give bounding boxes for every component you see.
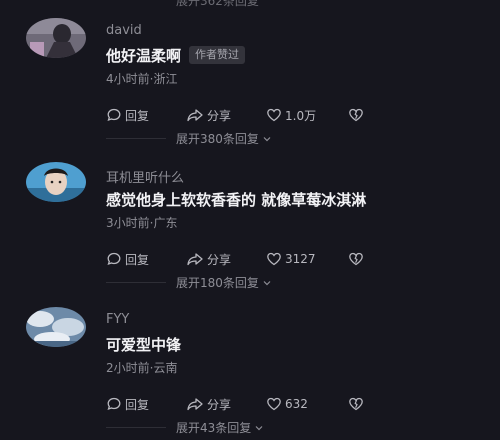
reply-button[interactable]: 回复	[106, 107, 186, 124]
like-count: 3127	[285, 252, 316, 266]
username[interactable]: david	[106, 23, 142, 38]
share-label: 分享	[207, 108, 232, 123]
broken-heart-icon	[349, 108, 363, 122]
expand-replies-label: 展开43条回复	[176, 421, 252, 435]
dislike-button[interactable]	[348, 396, 367, 412]
comment-text: 可爱型中锋	[106, 335, 182, 354]
chevron-down-icon	[255, 425, 263, 430]
share-button[interactable]: 分享	[186, 107, 266, 124]
username[interactable]: FYY	[106, 312, 129, 327]
like-count: 632	[285, 397, 308, 411]
heart-icon	[267, 108, 281, 122]
heart-icon	[267, 252, 281, 266]
username[interactable]: 耳机里听什么	[106, 167, 184, 186]
reply-bubble-icon	[107, 252, 121, 266]
broken-heart-icon	[349, 252, 363, 266]
expand-replies-link-top[interactable]: 展开362条回复	[176, 0, 259, 9]
avatar[interactable]	[26, 162, 86, 202]
comment-text: 他好温柔啊	[106, 46, 182, 65]
like-button[interactable]: 1.0万	[266, 107, 348, 124]
share-arrow-icon	[187, 253, 203, 266]
divider-line	[106, 138, 166, 139]
reply-bubble-icon	[107, 108, 121, 122]
divider-line	[106, 282, 166, 283]
share-label: 分享	[207, 397, 232, 412]
chevron-down-icon	[263, 280, 271, 285]
reply-button[interactable]: 回复	[106, 396, 186, 413]
share-button[interactable]: 分享	[186, 251, 266, 268]
share-button[interactable]: 分享	[186, 396, 266, 413]
dislike-button[interactable]	[348, 107, 367, 123]
author-liked-badge: 作者赞过	[189, 46, 246, 64]
share-label: 分享	[207, 252, 232, 267]
heart-icon	[267, 397, 281, 411]
reply-label: 回复	[125, 108, 150, 123]
share-arrow-icon	[187, 109, 203, 122]
expand-replies-link[interactable]: 展开43条回复	[106, 419, 264, 436]
comment-meta: 2小时前·云南	[106, 361, 178, 375]
reply-label: 回复	[125, 252, 150, 267]
comment-item: FYY 可爱型中锋 2小时前·云南 回复 分享 632 展开43条回复	[0, 307, 500, 437]
like-count: 1.0万	[285, 108, 317, 123]
broken-heart-icon	[349, 397, 363, 411]
expand-replies-label: 展开180条回复	[176, 276, 259, 290]
comment-item: 耳机里听什么 感觉他身上软软香香的 就像草莓冰淇淋 3小时前·广东 回复 分享 …	[0, 162, 500, 292]
comment-item: david 他好温柔啊 作者赞过 4小时前·浙江 回复 分享 1.0万 展开38…	[0, 18, 500, 148]
comment-text: 感觉他身上软软香香的 就像草莓冰淇淋	[106, 190, 367, 209]
like-button[interactable]: 632	[266, 396, 348, 412]
comment-meta: 4小时前·浙江	[106, 72, 178, 86]
like-button[interactable]: 3127	[266, 251, 348, 267]
share-arrow-icon	[187, 398, 203, 411]
reply-bubble-icon	[107, 397, 121, 411]
dislike-button[interactable]	[348, 251, 367, 267]
divider-line	[106, 427, 166, 428]
comment-meta: 3小时前·广东	[106, 216, 178, 230]
reply-label: 回复	[125, 397, 150, 412]
expand-replies-link[interactable]: 展开180条回复	[106, 274, 272, 291]
expand-replies-label: 展开380条回复	[176, 132, 259, 146]
expand-replies-link[interactable]: 展开380条回复	[106, 130, 272, 147]
chevron-down-icon	[263, 136, 271, 141]
reply-button[interactable]: 回复	[106, 251, 186, 268]
avatar[interactable]	[26, 307, 86, 347]
avatar[interactable]	[26, 18, 86, 58]
